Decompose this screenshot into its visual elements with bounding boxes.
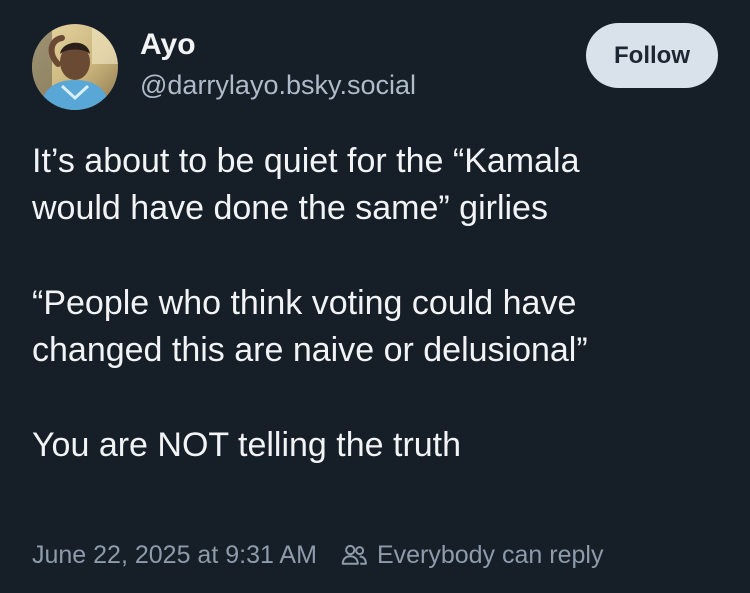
avatar[interactable] [32,24,118,110]
post-text: It’s about to be quiet for the “Kamala w… [32,138,722,469]
post-timestamp[interactable]: June 22, 2025 at 9:31 AM [32,537,317,573]
author-handle[interactable]: @darrylayo.bsky.social [140,67,416,103]
people-icon [341,544,367,565]
reply-setting: Everybody can reply [339,537,604,573]
author-info: Ayo @darrylayo.bsky.social [140,26,416,103]
reply-setting-label: Everybody can reply [376,541,604,569]
user-photo-avatar-icon [32,24,118,110]
post-paragraph: It’s about to be quiet for the “Kamala w… [32,142,580,227]
post-paragraph: “People who think voting could have chan… [32,284,588,369]
author-display-name[interactable]: Ayo [140,26,416,64]
post-card: Ayo @darrylayo.bsky.social Follow It’s a… [0,0,750,593]
follow-button[interactable]: Follow [586,23,718,88]
post-meta: June 22, 2025 at 9:31 AM Everybody can r… [32,537,603,573]
post-paragraph: You are NOT telling the truth [32,426,462,464]
